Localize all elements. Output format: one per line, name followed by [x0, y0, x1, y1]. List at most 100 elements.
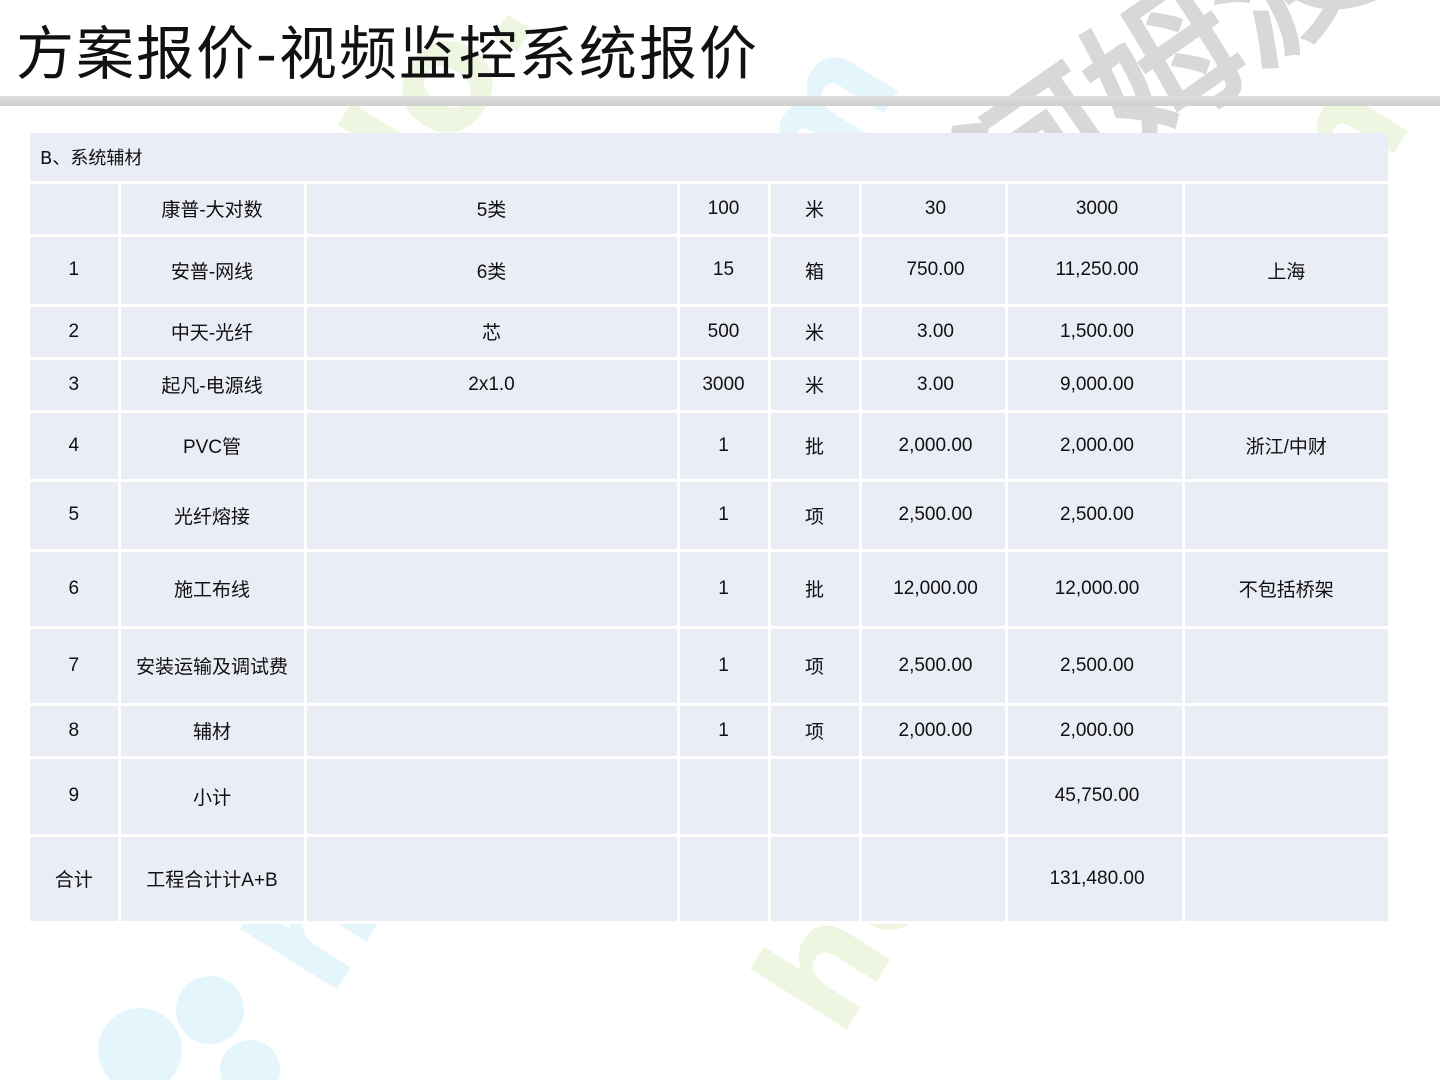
cell-price: 2,500.00: [858, 625, 1008, 706]
cell-no: 2: [30, 303, 121, 360]
cell-spec: [303, 755, 680, 837]
page-title: 方案报价-视频监控系统报价: [16, 20, 759, 88]
cell-spec: [303, 702, 680, 759]
table-row: 1 安普-网线 6类 15 箱 750.00 11,250.00 上海: [30, 233, 1388, 307]
cell-name: 康普-大对数: [117, 184, 307, 237]
cell-unit: 批: [767, 409, 862, 482]
cell-name: 小计: [117, 755, 307, 837]
cell-total: 2,000.00: [1004, 409, 1185, 482]
title-divider: [0, 96, 1440, 106]
quote-sheet: B、系统辅材 康普-大对数 5类 100 米 30 3000 1 安普-网线 6类 15 箱 750.…: [30, 133, 1388, 924]
cell-unit: 米: [767, 356, 862, 413]
cell-spec: 芯: [303, 303, 680, 360]
cell-price: 12,000.00: [858, 548, 1008, 629]
cell-price: 2,000.00: [858, 702, 1008, 759]
cell-qty: 3000: [676, 356, 771, 413]
cell-name: 光纤熔接: [117, 478, 307, 552]
cell-no: 5: [30, 478, 121, 552]
table-row: 康普-大对数 5类 100 米 30 3000: [30, 184, 1388, 237]
cell-unit: 批: [767, 548, 862, 629]
table-row: 9 小计 45,750.00: [30, 755, 1388, 837]
cell-total: 45,750.00: [1004, 755, 1185, 837]
cell-qty: 1: [676, 702, 771, 759]
cell-qty: [676, 755, 771, 837]
cell-name: 辅材: [117, 702, 307, 759]
cell-qty: 500: [676, 303, 771, 360]
cell-unit: 项: [767, 625, 862, 706]
cell-total: 9,000.00: [1004, 356, 1185, 413]
cell-qty: 100: [676, 184, 771, 237]
cell-price: [858, 755, 1008, 837]
cell-spec: [303, 548, 680, 629]
cell-unit: 箱: [767, 233, 862, 307]
cell-spec: 5类: [303, 184, 680, 237]
table-row: 4 PVC管 1 批 2,000.00 2,000.00 浙江/中财: [30, 409, 1388, 482]
cell-spec: 6类: [303, 233, 680, 307]
cell-qty: [676, 833, 771, 924]
cell-name: 安装运输及调试费: [117, 625, 307, 706]
cell-total: 2,500.00: [1004, 625, 1185, 706]
cell-total: 11,250.00: [1004, 233, 1185, 307]
cell-note: 浙江/中财: [1181, 409, 1388, 482]
cell-note: 上海: [1181, 233, 1388, 307]
cell-name: 安普-网线: [117, 233, 307, 307]
cell-no: [30, 184, 121, 237]
cell-no: 6: [30, 548, 121, 629]
table-row: 2 中天-光纤芯 500 米 3.00 1,500.00: [30, 303, 1388, 360]
cell-total: 3000: [1004, 184, 1185, 237]
cell-price: 3.00: [858, 303, 1008, 360]
cell-price: 3.00: [858, 356, 1008, 413]
cell-note: [1181, 303, 1388, 360]
table-row: 7 安装运输及调试费 1 项 2,500.00 2,500.00: [30, 625, 1388, 706]
cell-total: 12,000.00: [1004, 548, 1185, 629]
cell-name: 工程合计计A+B: [117, 833, 307, 924]
table-row: 6 施工布线 1 批 12,000.00 12,000.00 不包括桥架: [30, 548, 1388, 629]
cell-spec: [303, 409, 680, 482]
cell-total: 1,500.00: [1004, 303, 1185, 360]
cell-no: 合计: [30, 833, 121, 924]
cell-total: 2,000.00: [1004, 702, 1185, 759]
cell-unit: 项: [767, 702, 862, 759]
table-row: 5 光纤熔接 1 项 2,500.00 2,500.00: [30, 478, 1388, 552]
cell-name: 中天-光纤: [117, 303, 307, 360]
cell-unit: 米: [767, 184, 862, 237]
section-header: B、系统辅材: [30, 133, 1388, 184]
cell-no: 7: [30, 625, 121, 706]
cell-note: [1181, 833, 1388, 924]
cell-note: [1181, 702, 1388, 759]
cell-price: 2,000.00: [858, 409, 1008, 482]
cell-unit: [767, 755, 862, 837]
cell-price: 2,500.00: [858, 478, 1008, 552]
cell-note: [1181, 755, 1388, 837]
cell-note: [1181, 184, 1388, 237]
table-row: 8 辅材 1 项 2,000.00 2,000.00: [30, 702, 1388, 759]
cell-no: 9: [30, 755, 121, 837]
cell-no: 4: [30, 409, 121, 482]
cell-qty: 15: [676, 233, 771, 307]
cell-total: 2,500.00: [1004, 478, 1185, 552]
cell-price: 30: [858, 184, 1008, 237]
table-row: 合计 工程合计计A+B 131,480.00: [30, 833, 1388, 924]
cell-spec: 2x1.0: [303, 356, 680, 413]
cell-qty: 1: [676, 478, 771, 552]
cell-name: PVC管: [117, 409, 307, 482]
cell-no: 8: [30, 702, 121, 759]
cell-name: 施工布线: [117, 548, 307, 629]
cell-unit: 米: [767, 303, 862, 360]
quote-table-body: 康普-大对数 5类 100 米 30 3000 1 安普-网线 6类 15 箱 750.00 11,25…: [30, 184, 1388, 924]
cell-no: 3: [30, 356, 121, 413]
table-row: 3 起凡-电源线 2x1.0 3000 米 3.00 9,000.00: [30, 356, 1388, 413]
cell-note: [1181, 478, 1388, 552]
cell-price: [858, 833, 1008, 924]
cell-spec: [303, 625, 680, 706]
watermark-logo-icon: [98, 976, 280, 1080]
cell-price: 750.00: [858, 233, 1008, 307]
cell-unit: 项: [767, 478, 862, 552]
cell-no: 1: [30, 233, 121, 307]
cell-qty: 1: [676, 548, 771, 629]
cell-note: [1181, 356, 1388, 413]
cell-total: 131,480.00: [1004, 833, 1185, 924]
cell-spec: [303, 478, 680, 552]
cell-spec: [303, 833, 680, 924]
cell-qty: 1: [676, 409, 771, 482]
